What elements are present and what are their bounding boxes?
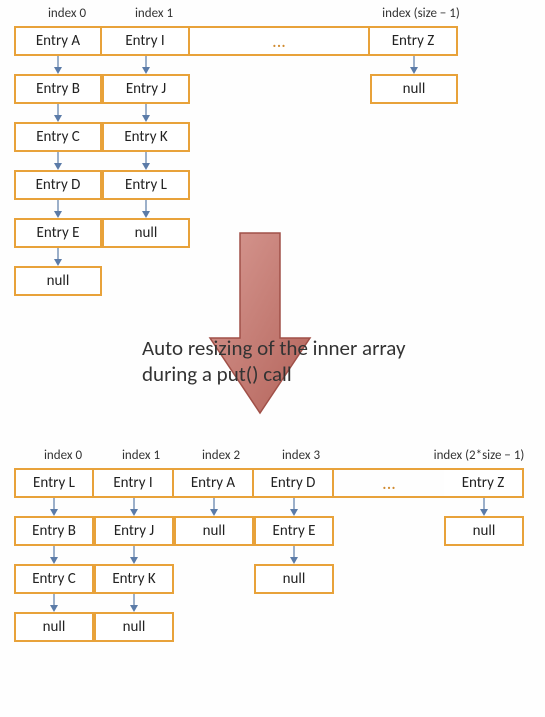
chain-arrow-icon: [102, 200, 190, 218]
chain-arrow-icon: [174, 498, 254, 516]
caption: Auto resizing of the inner array during …: [142, 335, 482, 388]
top-index-1-label: index 1: [119, 6, 189, 21]
bottom-chain-3-entry: Entry E: [254, 516, 334, 546]
top-bucket-ellipsis: ...: [190, 26, 370, 56]
chain-arrow-icon: [14, 56, 102, 74]
chain-arrow-icon: [102, 104, 190, 122]
chain-arrow-icon: [102, 56, 190, 74]
top-chain-last-null: null: [370, 74, 458, 104]
bottom-bucket-2: Entry A: [174, 468, 254, 498]
bottom-chain-1-null: null: [94, 612, 174, 642]
chain-arrow-icon: [94, 594, 174, 612]
top-index-0-label: index 0: [32, 6, 102, 21]
chain-arrow-icon: [254, 498, 334, 516]
chain-arrow-icon: [370, 56, 458, 74]
bottom-bucket-ellipsis: ...: [334, 468, 444, 498]
chain-arrow-icon: [102, 152, 190, 170]
bottom-index-0-label: index 0: [28, 448, 98, 463]
bottom-chain-last-null: null: [444, 516, 524, 546]
chain-arrow-icon: [94, 546, 174, 564]
bottom-bucket-0: Entry L: [14, 468, 94, 498]
bottom-chain-3-null: null: [254, 564, 334, 594]
chain-arrow-icon: [14, 200, 102, 218]
bottom-bucket-1: Entry I: [94, 468, 174, 498]
chain-arrow-icon: [94, 498, 174, 516]
chain-arrow-icon: [254, 546, 334, 564]
top-chain-last: null: [370, 56, 458, 104]
bottom-chain-0: Entry B Entry C null: [14, 498, 94, 642]
caption-line2: during a put() call: [142, 361, 482, 387]
top-chain-0: Entry B Entry C Entry D Entry E null: [14, 56, 102, 296]
chain-arrow-icon: [14, 546, 94, 564]
chain-arrow-icon: [14, 248, 102, 266]
bottom-chain-0-entry: Entry C: [14, 564, 94, 594]
chain-arrow-icon: [14, 104, 102, 122]
bottom-chain-2-null: null: [174, 516, 254, 546]
top-bucket-1: Entry I: [102, 26, 190, 56]
caption-line1: Auto resizing of the inner array: [142, 335, 482, 361]
top-chain-0-null: null: [14, 266, 102, 296]
top-bucket-0: Entry A: [14, 26, 102, 56]
chain-arrow-icon: [14, 498, 94, 516]
resize-arrow-icon: [200, 228, 320, 418]
top-array-row: Entry A Entry I ... Entry Z: [14, 26, 458, 56]
chain-arrow-icon: [14, 594, 94, 612]
top-chain-1-entry: Entry K: [102, 122, 190, 152]
top-chain-0-entry: Entry E: [14, 218, 102, 248]
top-chain-1-entry: Entry J: [102, 74, 190, 104]
top-chain-0-entry: Entry C: [14, 122, 102, 152]
bottom-chain-1: Entry J Entry K null: [94, 498, 174, 642]
bottom-chain-1-entry: Entry J: [94, 516, 174, 546]
bottom-bucket-last: Entry Z: [444, 468, 524, 498]
bottom-array-row: Entry L Entry I Entry A Entry D ... Entr…: [14, 468, 524, 498]
chain-arrow-icon: [444, 498, 524, 516]
bottom-chain-3: Entry E null: [254, 498, 334, 594]
bottom-chain-last: null: [444, 498, 524, 546]
top-chain-0-entry: Entry B: [14, 74, 102, 104]
top-chain-1-null: null: [102, 218, 190, 248]
bottom-chain-0-null: null: [14, 612, 94, 642]
top-index-last-label: index (size − 1): [366, 6, 476, 21]
bottom-index-3-label: index 3: [266, 448, 336, 463]
bottom-index-last-label: index (2*size − 1): [414, 448, 544, 463]
bottom-chain-0-entry: Entry B: [14, 516, 94, 546]
top-chain-0-entry: Entry D: [14, 170, 102, 200]
bottom-index-2-label: index 2: [186, 448, 256, 463]
bottom-bucket-3: Entry D: [254, 468, 334, 498]
top-bucket-last: Entry Z: [370, 26, 458, 56]
top-chain-1: Entry J Entry K Entry L null: [102, 56, 190, 248]
bottom-index-1-label: index 1: [106, 448, 176, 463]
bottom-chain-1-entry: Entry K: [94, 564, 174, 594]
bottom-chain-2: null: [174, 498, 254, 546]
top-chain-1-entry: Entry L: [102, 170, 190, 200]
chain-arrow-icon: [14, 152, 102, 170]
